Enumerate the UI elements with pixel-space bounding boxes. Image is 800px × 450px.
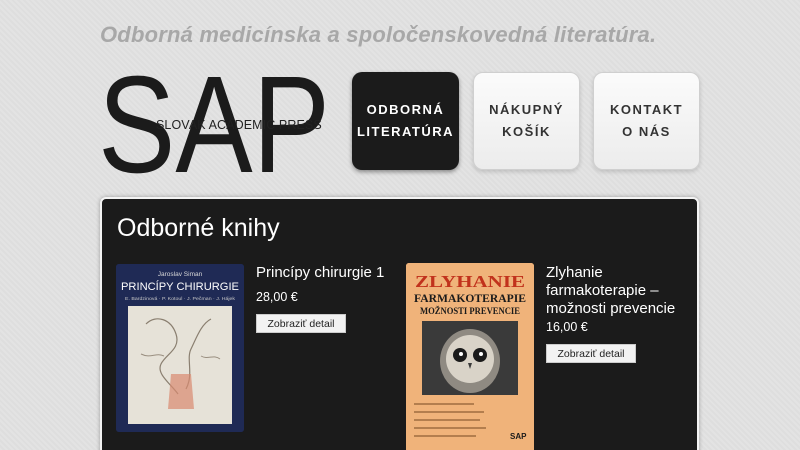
panel-title: Odborné knihy bbox=[117, 214, 280, 242]
nav-label: NÁKUPNÝ KOŠÍK bbox=[489, 102, 564, 139]
cover-title-2: FARMAKOTERAPIE bbox=[414, 291, 526, 305]
logo-subtitle: SLOVAK ACADEMIC PRESS bbox=[156, 118, 322, 132]
books-panel: Odborné knihy Jaroslav Siman PRINCÍPY CH… bbox=[100, 197, 699, 450]
tagline: Odborná medicínska a spoločenskovedná li… bbox=[100, 22, 657, 47]
nav-label: ODBORNÁ LITERATÚRA bbox=[356, 102, 455, 139]
detail-button[interactable]: Zobraziť detail bbox=[256, 314, 346, 333]
cover-authors: E. Bardzinová · P. Kotoul · J. Pečman · … bbox=[125, 296, 236, 301]
book-cover-zlyhanie-farmakoterapie[interactable]: ZLYHANIE FARMAKOTERAPIE MOŽNOSTI PREVENC… bbox=[406, 263, 534, 450]
nav-label: KONTAKT O NÁS bbox=[609, 102, 684, 139]
cover-title-1: ZLYHANIE bbox=[415, 272, 525, 291]
cover-author: Jaroslav Siman bbox=[158, 271, 203, 278]
detail-button[interactable]: Zobraziť detail bbox=[546, 344, 636, 363]
nav-nakupny-kosik[interactable]: NÁKUPNÝ KOŠÍK bbox=[473, 72, 580, 170]
cover-title-3: MOŽNOSTI PREVENCIE bbox=[420, 305, 520, 317]
book-price: 28,00 € bbox=[256, 290, 298, 304]
book-title[interactable]: Princípy chirurgie 1 bbox=[256, 264, 396, 282]
sap-logo[interactable]: SAP SLOVAK ACADEMIC PRESS bbox=[98, 68, 330, 176]
nav-odborna-literatura[interactable]: ODBORNÁ LITERATÚRA bbox=[352, 72, 459, 170]
book-price: 16,00 € bbox=[546, 320, 588, 334]
book-cover-principy-chirurgie[interactable]: Jaroslav Siman PRINCÍPY CHIRURGIE E. Bar… bbox=[116, 264, 244, 432]
nav-kontakt-o-nas[interactable]: KONTAKT O NÁS bbox=[593, 72, 700, 170]
cover-title: PRINCÍPY CHIRURGIE bbox=[121, 280, 239, 293]
book-title[interactable]: Zlyhanie farmakoterapie – možnosti preve… bbox=[546, 264, 696, 318]
cover-publisher: SAP bbox=[510, 432, 527, 441]
